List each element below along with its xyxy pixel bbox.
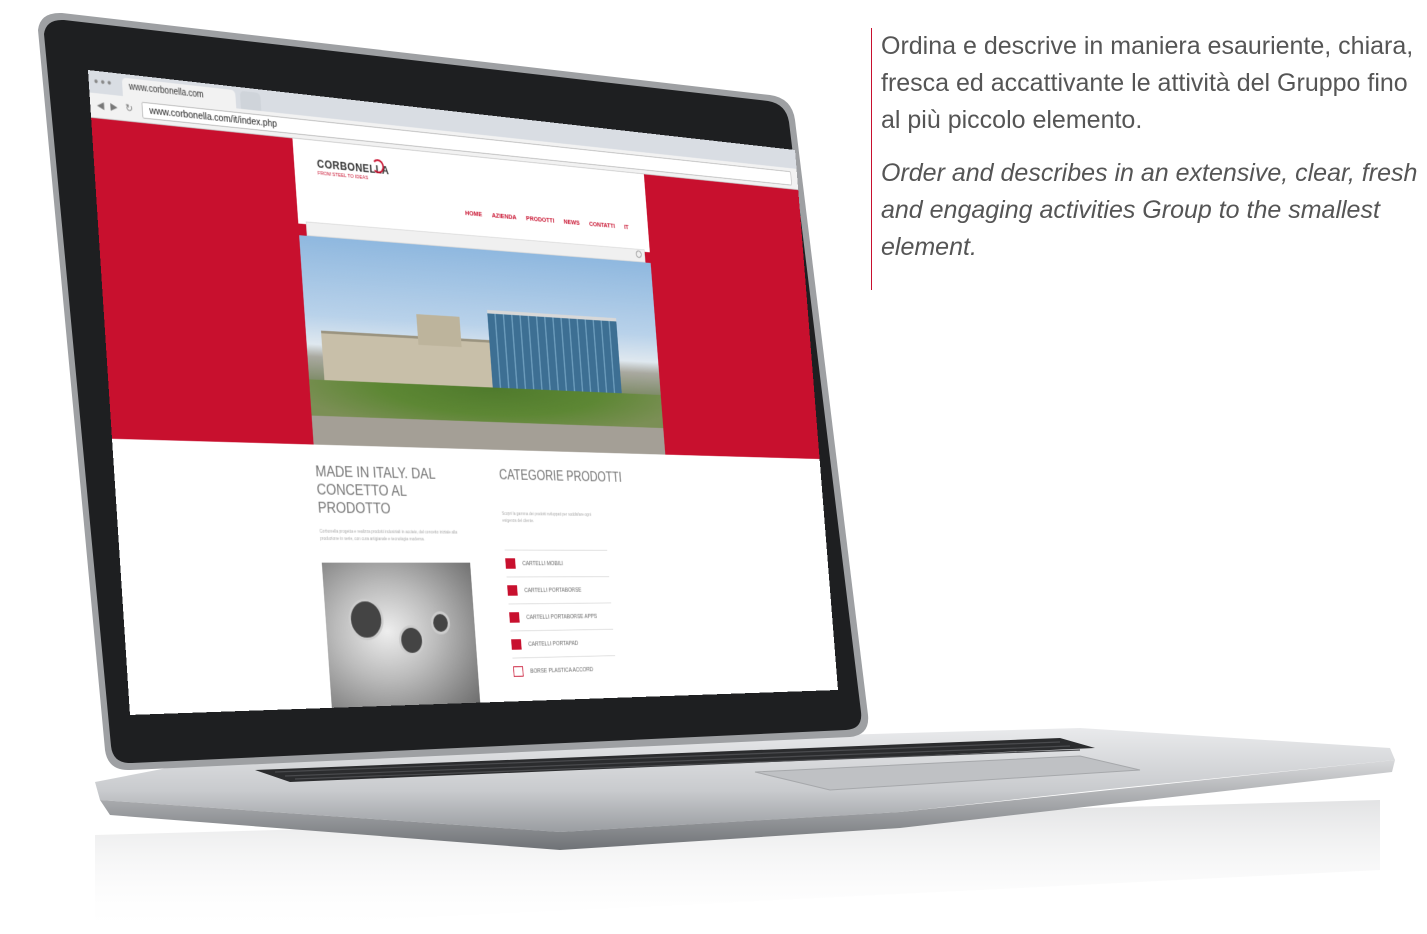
category-item[interactable]: CARTELLI MOBILI bbox=[504, 549, 610, 577]
reload-icon[interactable]: ↻ bbox=[125, 102, 133, 115]
laptop-screen: ● ● ● www.corbonella.com ◀ ▶ ↻ www.corbo… bbox=[88, 70, 838, 715]
search-icon[interactable] bbox=[635, 250, 642, 259]
website: CORBONELLA FROM STEEL TO IDEAS HOME AZIE… bbox=[91, 117, 838, 715]
categories-heading: CATEGORIE PRODOTTI bbox=[498, 467, 623, 486]
nav-item-language[interactable]: IT bbox=[624, 223, 629, 231]
machine-wheel bbox=[430, 611, 451, 635]
machinery-photo bbox=[321, 562, 481, 715]
site-nav: HOME AZIENDA PRODOTTI NEWS CONTATTI IT bbox=[465, 209, 629, 231]
catalog-icon bbox=[505, 558, 516, 569]
intro-heading: MADE IN ITALY. DAL CONCETTO AL PRODOTTO bbox=[314, 462, 436, 518]
bag-icon bbox=[513, 666, 524, 677]
category-list: CARTELLI MOBILI CARTELLI PORTABORSE CART… bbox=[504, 549, 618, 685]
forward-icon[interactable]: ▶ bbox=[110, 100, 118, 113]
nav-item-prodotti[interactable]: PRODOTTI bbox=[526, 214, 555, 224]
nav-item-contatti[interactable]: CONTATTI bbox=[589, 220, 615, 230]
window-controls[interactable]: ● ● ● bbox=[93, 76, 111, 87]
category-item[interactable]: CARTELLI PORTABORSE bbox=[506, 576, 612, 604]
category-item[interactable]: BORSE PLASTICA ACCORD bbox=[512, 655, 618, 685]
categories-text: Scopri la gamma dei prodotti sviluppati … bbox=[501, 511, 592, 524]
category-label: BORSE PLASTICA ACCORD bbox=[530, 666, 594, 675]
machine-wheel bbox=[347, 598, 385, 641]
building-tower bbox=[416, 314, 462, 348]
laptop-mockup: ● ● ● www.corbonella.com ◀ ▶ ↻ www.corbo… bbox=[0, 0, 1427, 934]
nav-item-news[interactable]: NEWS bbox=[563, 218, 580, 227]
category-label: CARTELLI PORTABORSE bbox=[524, 586, 582, 594]
site-content: MADE IN ITALY. DAL CONCETTO AL PRODOTTO … bbox=[315, 463, 667, 715]
category-label: CARTELLI MOBILI bbox=[522, 560, 564, 567]
card-icon bbox=[511, 639, 522, 650]
category-item[interactable]: CARTELLI PORTAPAD bbox=[510, 628, 616, 658]
nav-item-azienda[interactable]: AZIENDA bbox=[492, 211, 517, 221]
hero-building-photo bbox=[299, 235, 666, 455]
tag-icon bbox=[509, 612, 520, 623]
new-tab-button[interactable] bbox=[239, 90, 262, 112]
category-item[interactable]: CARTELLI PORTABORSE APPS bbox=[508, 602, 614, 631]
category-label: CARTELLI PORTABORSE APPS bbox=[526, 613, 598, 621]
folder-icon bbox=[507, 585, 518, 596]
nav-item-home[interactable]: HOME bbox=[465, 209, 482, 218]
intro-text: Corbonella progetta e realizza prodotti … bbox=[319, 528, 458, 543]
machine-wheel bbox=[398, 624, 426, 656]
back-icon[interactable]: ◀ bbox=[97, 99, 105, 112]
category-label: CARTELLI PORTAPAD bbox=[528, 640, 579, 648]
